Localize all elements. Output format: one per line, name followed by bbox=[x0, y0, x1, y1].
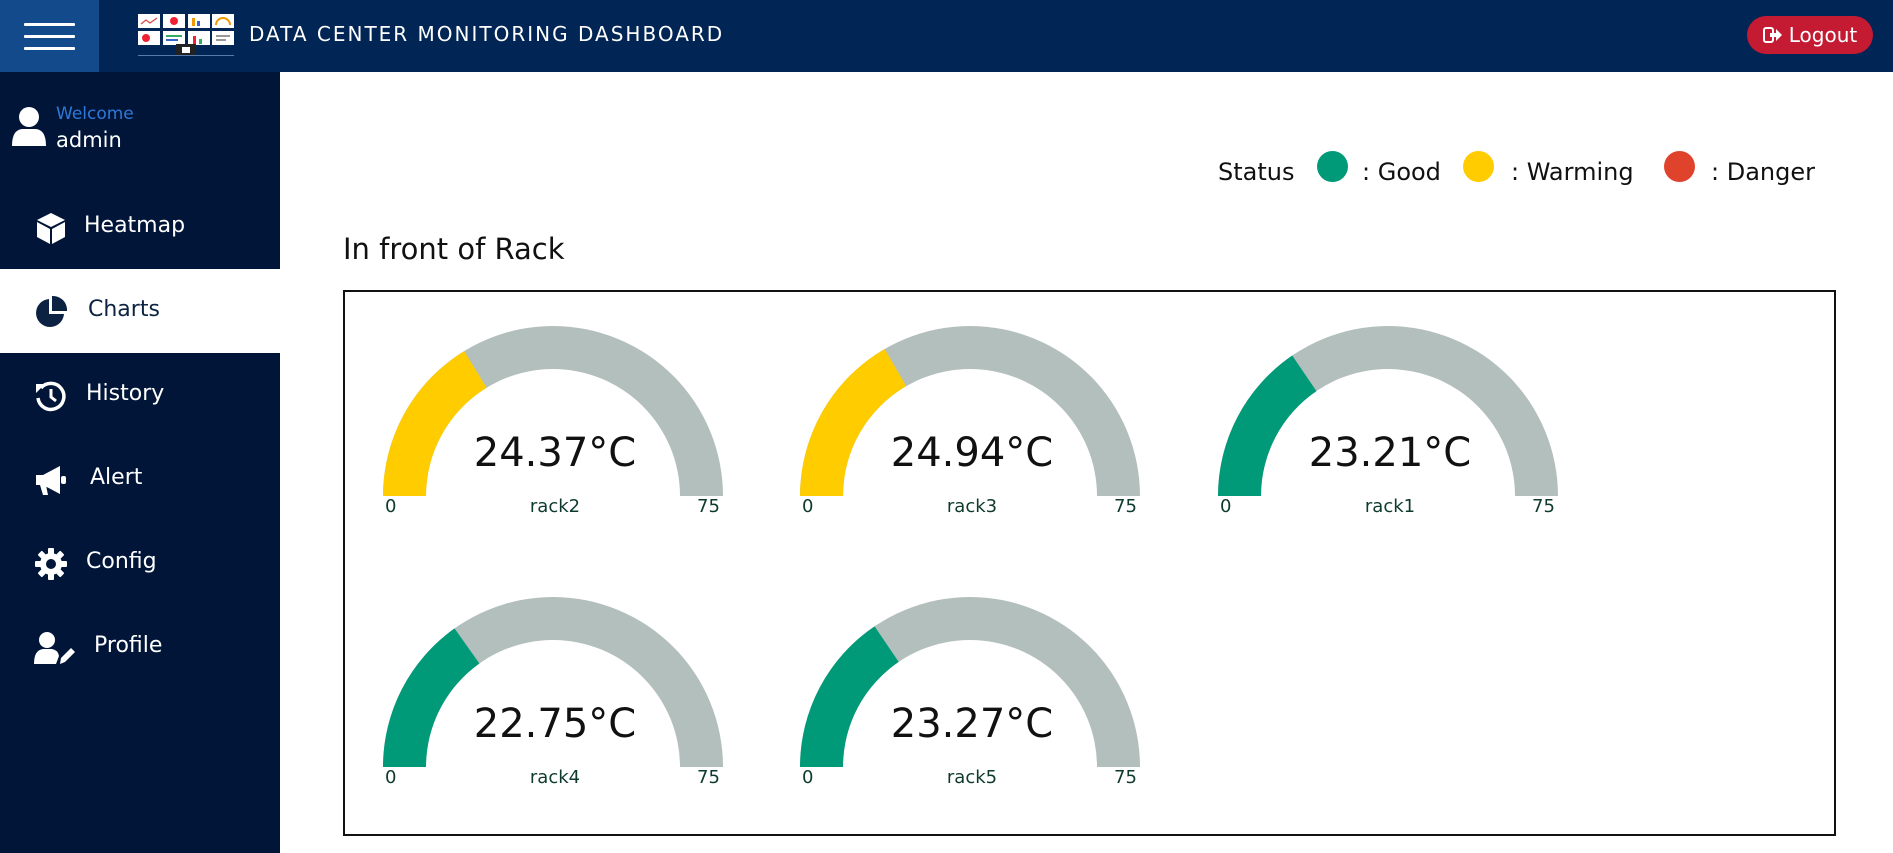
status-dot-good bbox=[1317, 151, 1348, 182]
history-icon bbox=[36, 381, 66, 412]
gauge-rack5: 23.27°C 0 75 rack5 bbox=[800, 597, 1144, 797]
section-title: In front of Rack bbox=[343, 232, 565, 266]
sidebar-item-history[interactable]: History bbox=[0, 353, 280, 437]
gauge-rack-label: rack4 bbox=[529, 767, 581, 788]
sidebar-item-label: Profile bbox=[94, 633, 163, 658]
username: admin bbox=[56, 128, 122, 152]
gauge-value: 22.75°C bbox=[473, 701, 637, 747]
sidebar-item-heatmap[interactable]: Heatmap bbox=[0, 185, 280, 269]
dashboard-logo-icon bbox=[138, 14, 234, 56]
gear-icon bbox=[35, 548, 67, 580]
gauge-value: 24.94°C bbox=[890, 430, 1054, 476]
sidebar-item-label: Alert bbox=[90, 465, 143, 490]
gauge-rack1: 23.21°C 0 75 rack1 bbox=[1218, 326, 1562, 526]
sidebar-item-label: Heatmap bbox=[84, 213, 186, 238]
status-dot-warming bbox=[1463, 151, 1494, 182]
legend-label-warming: : Warming bbox=[1511, 158, 1634, 186]
hamburger-line bbox=[24, 35, 75, 38]
hamburger-line bbox=[24, 47, 75, 50]
sidebar-item-label: Charts bbox=[88, 297, 160, 322]
sign-out-icon bbox=[1762, 27, 1782, 43]
gauge-rack3: 24.94°C 0 75 rack3 bbox=[800, 326, 1144, 526]
gauge-rack-label: rack2 bbox=[529, 496, 581, 517]
gauge-value: 23.27°C bbox=[890, 701, 1054, 747]
legend-label-good: : Good bbox=[1362, 158, 1441, 186]
gauge-rack-label: rack5 bbox=[946, 767, 998, 788]
sidebar-item-profile[interactable]: Profile bbox=[0, 605, 280, 689]
megaphone-icon bbox=[36, 466, 66, 495]
menu-toggle-button[interactable] bbox=[0, 0, 99, 72]
gauge-rack2: 24.37°C 0 75 rack2 bbox=[383, 326, 727, 526]
gauge-rack-label: rack3 bbox=[946, 496, 998, 517]
app-title: DATA CENTER MONITORING DASHBOARD bbox=[249, 22, 725, 46]
welcome-text: Welcome bbox=[56, 104, 134, 124]
sidebar-item-charts[interactable]: Charts bbox=[0, 269, 280, 353]
legend-title: Status bbox=[1218, 158, 1295, 186]
pie-chart-icon bbox=[36, 295, 68, 327]
status-dot-danger bbox=[1664, 151, 1695, 182]
top-bar: DATA CENTER MONITORING DASHBOARD Logout bbox=[0, 0, 1893, 72]
cube-icon bbox=[37, 213, 65, 244]
logout-label: Logout bbox=[1788, 23, 1858, 47]
sidebar-item-label: Config bbox=[86, 549, 157, 574]
logout-button[interactable]: Logout bbox=[1747, 16, 1873, 54]
sidebar-item-config[interactable]: Config bbox=[0, 521, 280, 605]
user-edit-icon bbox=[34, 632, 75, 664]
sidebar-item-label: History bbox=[86, 381, 165, 406]
gauge-value: 24.37°C bbox=[473, 430, 637, 476]
legend-label-danger: : Danger bbox=[1711, 158, 1815, 186]
hamburger-line bbox=[24, 23, 75, 26]
gauge-value: 23.21°C bbox=[1308, 430, 1472, 476]
gauge-rack-label: rack1 bbox=[1364, 496, 1416, 517]
sidebar-item-alert[interactable]: Alert bbox=[0, 437, 280, 521]
gauge-rack4: 22.75°C 0 75 rack4 bbox=[383, 597, 727, 797]
user-icon bbox=[12, 107, 46, 146]
